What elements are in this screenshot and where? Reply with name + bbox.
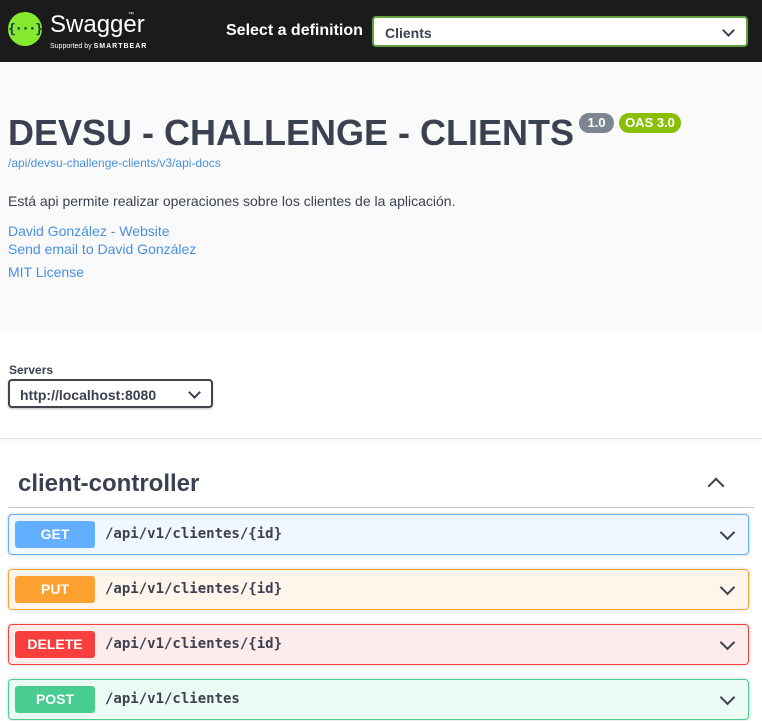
operation-expand-button[interactable] <box>717 689 737 710</box>
select-definition-label: Select a definition <box>226 22 363 39</box>
license-link[interactable]: MIT License <box>8 264 84 280</box>
brand-sub-company: SMARTBEAR <box>93 43 148 50</box>
servers-section: Servers http://localhost:8080 <box>0 331 762 439</box>
chevron-down-icon <box>719 524 736 541</box>
brand-sub-prefix: Supported by <box>50 43 92 50</box>
servers-label: Servers <box>9 363 54 377</box>
chevron-down-icon <box>719 689 736 706</box>
operation-expand-button[interactable] <box>717 634 737 655</box>
brand-trademark: ™ <box>128 12 134 18</box>
swagger-logo-icon[interactable]: {···} <box>7 12 43 46</box>
logo-glyph: {···} <box>7 21 43 37</box>
operation-get-client-by-id[interactable]: GET /api/v1/clientes/{id} <box>8 514 749 555</box>
chevron-down-icon <box>722 24 735 37</box>
server-select-value: http://localhost:8080 <box>20 387 157 403</box>
tag-name: client-controller <box>18 470 200 497</box>
operation-delete-client-by-id[interactable]: DELETE /api/v1/clientes/{id} <box>8 624 749 665</box>
topbar: {···} Swagger ™ Supported by SMARTBEAR S… <box>0 0 762 62</box>
method-badge-delete: DELETE <box>15 631 95 658</box>
contact-email-link[interactable]: Send email to David González <box>8 241 196 257</box>
tag-header-client-controller[interactable]: client-controller <box>8 456 754 508</box>
contact-website-link[interactable]: David González - Website <box>8 223 170 239</box>
chevron-up-icon <box>707 477 725 495</box>
operation-put-client-by-id[interactable]: PUT /api/v1/clientes/{id} <box>8 569 749 610</box>
chevron-down-icon <box>719 634 736 651</box>
method-badge-get: GET <box>15 521 95 548</box>
oas-badge: OAS 3.0 <box>619 113 681 133</box>
method-badge-post: POST <box>15 686 95 713</box>
operation-expand-button[interactable] <box>717 579 737 600</box>
brand-subtitle: Supported by SMARTBEAR <box>50 43 147 51</box>
chevron-down-icon <box>188 386 201 399</box>
operation-path: /api/v1/clientes/{id} <box>105 636 283 652</box>
version-badge: 1.0 <box>579 113 614 133</box>
api-description: Está api permite realizar operaciones so… <box>8 193 456 209</box>
operation-path: /api/v1/clientes/{id} <box>105 581 283 597</box>
operation-path: /api/v1/clientes/{id} <box>105 526 283 542</box>
chevron-down-icon <box>719 579 736 596</box>
operation-post-client[interactable]: POST /api/v1/clientes <box>8 679 749 720</box>
tag-collapse-button[interactable] <box>705 472 725 495</box>
definition-select-value: Clients <box>385 25 432 41</box>
operation-expand-button[interactable] <box>717 524 737 545</box>
page-title: DEVSU - CHALLENGE - CLIENTS <box>8 112 575 153</box>
method-badge-put: PUT <box>15 576 95 603</box>
definition-select[interactable]: Clients <box>372 16 748 47</box>
operation-path: /api/v1/clientes <box>105 691 240 707</box>
api-docs-link[interactable]: /api/devsu-challenge-clients/v3/api-docs <box>8 156 221 170</box>
server-select[interactable]: http://localhost:8080 <box>8 379 213 408</box>
info-section: DEVSU - CHALLENGE - CLIENTS 1.0 OAS 3.0 … <box>0 62 762 331</box>
